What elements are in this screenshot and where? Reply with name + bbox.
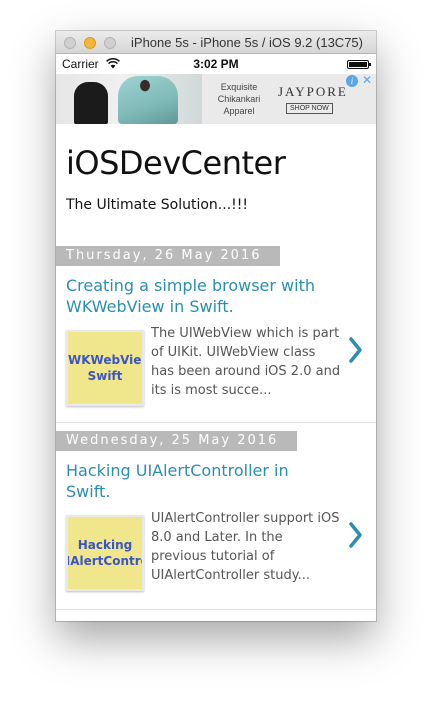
status-time: 3:02 PM xyxy=(193,57,239,71)
window-title: iPhone 5s - iPhone 5s / iOS 9.2 (13C75) xyxy=(131,35,363,50)
post-thumbnail[interactable]: Hacking UIAlertController xyxy=(66,515,144,591)
simulator-window: iPhone 5s - iPhone 5s / iOS 9.2 (13C75) … xyxy=(56,31,376,621)
ad-model-figure xyxy=(118,76,178,124)
simulator-stage: iPhone 5s - iPhone 5s / iOS 9.2 (13C75) … xyxy=(0,0,432,702)
ad-photo xyxy=(56,74,202,124)
blog-title[interactable]: iOSDevCenter xyxy=(66,144,286,182)
blog-subtitle: The Ultimate Solution...!!! xyxy=(66,197,248,213)
ad-info-icon[interactable]: i xyxy=(346,75,358,87)
post-divider xyxy=(56,609,376,610)
ad-tagline: Exquisite Chikankari Apparel xyxy=(217,82,261,116)
post-snippet: UIAlertController support iOS 8.0 and La… xyxy=(151,511,340,583)
ad-brand: JAYPORE xyxy=(278,84,348,99)
date-header: Thursday, 26 May 2016 xyxy=(56,246,280,266)
chevron-right-icon[interactable] xyxy=(346,336,366,364)
post-title-link[interactable]: Hacking UIAlertController in Swift. xyxy=(66,460,326,502)
date-header: Wednesday, 25 May 2016 xyxy=(56,431,297,451)
ad-model-figure xyxy=(74,82,108,124)
close-window-button[interactable] xyxy=(64,37,76,49)
ios-status-bar: Carrier 3:02 PM xyxy=(56,54,376,74)
ad-banner[interactable]: Exquisite Chikankari Apparel JAYPORE SHO… xyxy=(56,74,376,124)
post-title-link[interactable]: Creating a simple browser with WKWebView… xyxy=(66,275,326,317)
battery-icon xyxy=(347,60,371,69)
ad-shop-now-button[interactable]: SHOP NOW xyxy=(286,103,333,114)
minimize-window-button[interactable] xyxy=(84,37,96,49)
post-snippet: The UIWebView which is part of UIKit. UI… xyxy=(151,326,341,398)
ad-close-icon[interactable]: ✕ xyxy=(361,74,373,87)
chevron-right-icon[interactable] xyxy=(346,521,366,549)
zoom-window-button[interactable] xyxy=(104,37,116,49)
post-divider xyxy=(56,422,376,423)
post-thumbnail[interactable]: WKWebView Swift xyxy=(66,330,144,406)
window-titlebar: iPhone 5s - iPhone 5s / iOS 9.2 (13C75) xyxy=(56,31,376,54)
